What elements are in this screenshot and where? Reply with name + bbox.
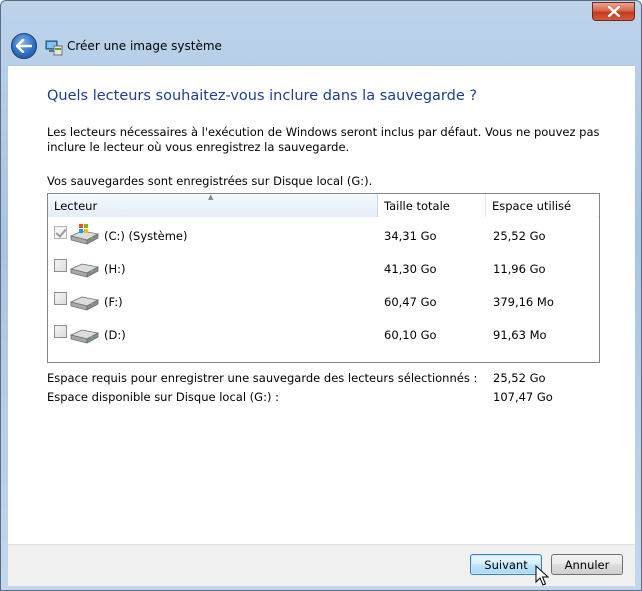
cancel-button[interactable]: Annuler — [551, 554, 623, 575]
list-header: ▲ Lecteur Taille totale Espace utilisé — [48, 193, 599, 217]
dialog-footer: Suivant Annuler — [8, 544, 635, 586]
drive-total-size: 34,31 Go — [384, 229, 437, 243]
column-header-used-space[interactable]: Espace utilisé — [486, 194, 598, 217]
required-space-label: Espace requis pour enregistrer une sauve… — [47, 371, 478, 385]
drive-used-space: 379,16 Mo — [493, 295, 554, 309]
drive-total-size: 41,30 Go — [384, 262, 437, 276]
drive-checkbox-c — [54, 226, 67, 239]
drive-name: (F:) — [104, 295, 123, 309]
drive-row-f[interactable]: (F:) 60,47 Go 379,16 Mo — [48, 287, 599, 317]
backup-app-icon — [45, 40, 63, 56]
drives-list[interactable]: ▲ Lecteur Taille totale Espace utilisé (… — [47, 193, 600, 363]
drive-checkbox-d[interactable] — [54, 325, 67, 338]
backup-destination-text: Vos sauvegardes sont enregistrées sur Di… — [47, 174, 373, 188]
hard-drive-icon — [69, 296, 100, 311]
dialog-header: Créer une image système — [8, 29, 635, 65]
close-icon — [607, 6, 620, 17]
next-button[interactable]: Suivant — [470, 554, 542, 575]
column-header-drive[interactable]: ▲ Lecteur — [48, 193, 378, 217]
drive-checkbox-h[interactable] — [54, 259, 67, 272]
drive-used-space: 91,63 Mo — [493, 328, 547, 342]
hard-drive-icon — [69, 263, 100, 278]
back-button[interactable] — [11, 33, 37, 59]
drive-used-space: 25,52 Go — [493, 229, 546, 243]
column-header-total-size[interactable]: Taille totale — [378, 194, 486, 217]
sort-ascending-icon: ▲ — [208, 193, 214, 201]
drive-row-c[interactable]: (C:) (Système) 34,31 Go 25,52 Go — [48, 221, 599, 251]
hard-drive-icon — [69, 329, 100, 344]
drive-total-size: 60,47 Go — [384, 295, 437, 309]
drive-name: (H:) — [104, 262, 126, 276]
available-space-label: Espace disponible sur Disque local (G:) … — [47, 390, 279, 404]
content-panel: Quels lecteurs souhaitez-vous inclure da… — [8, 65, 635, 544]
drive-name: (D:) — [104, 328, 126, 342]
drive-checkbox-f[interactable] — [54, 292, 67, 305]
drive-row-d[interactable]: (D:) 60,10 Go 91,63 Mo — [48, 320, 599, 350]
drive-used-space: 11,96 Go — [493, 262, 546, 276]
dialog-window: Créer une image système Quels lecteurs s… — [0, 0, 642, 591]
page-description: Les lecteurs nécessaires à l'exécution d… — [47, 125, 600, 154]
mouse-cursor-icon — [535, 565, 549, 586]
windows-drive-icon — [69, 224, 100, 245]
required-space-value: 25,52 Go — [493, 371, 546, 385]
drive-row-h[interactable]: (H:) 41,30 Go 11,96 Go — [48, 254, 599, 284]
page-heading: Quels lecteurs souhaitez-vous inclure da… — [47, 88, 478, 104]
available-space-value: 107,47 Go — [493, 390, 553, 404]
drive-total-size: 60,10 Go — [384, 328, 437, 342]
back-arrow-icon — [16, 39, 32, 53]
window-title: Créer une image système — [67, 39, 222, 53]
close-button[interactable] — [592, 2, 635, 21]
drive-name: (C:) (Système) — [104, 229, 188, 243]
